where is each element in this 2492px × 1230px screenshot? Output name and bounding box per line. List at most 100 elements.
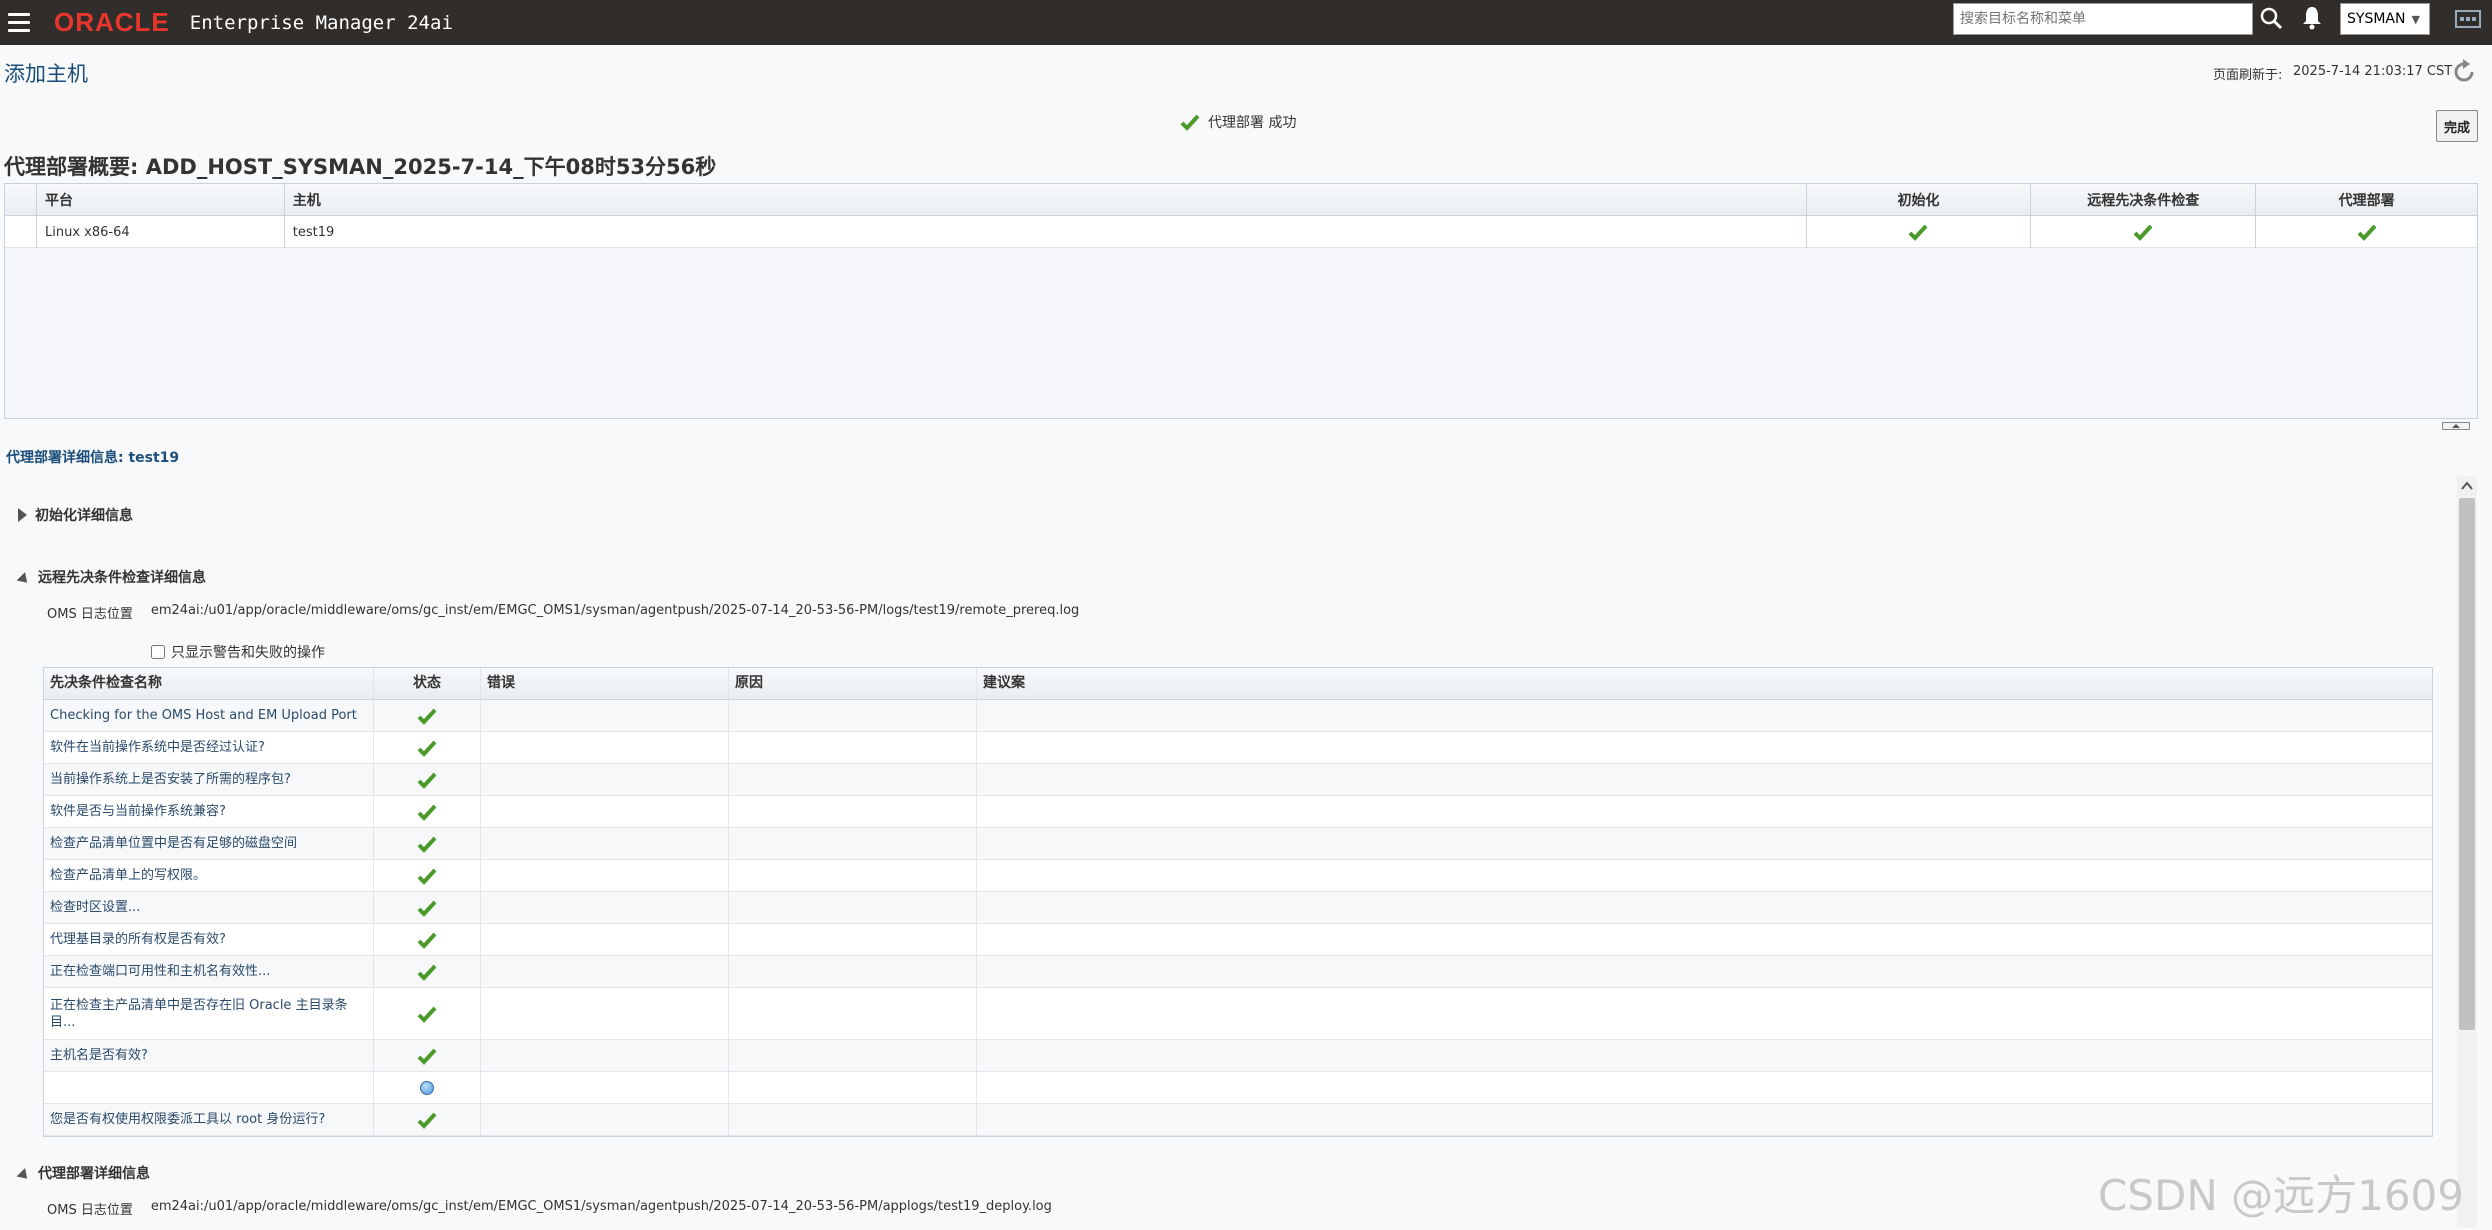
prereq-name: 您是否有权使用权限委派工具以 root 身份运行? <box>50 1112 326 1127</box>
prereq-recommendation-cell <box>977 700 2432 731</box>
prereq-reason-cell <box>729 892 977 923</box>
prereq-name-cell: 软件是否与当前操作系统兼容? <box>44 796 374 827</box>
success-check-icon <box>2357 224 2377 241</box>
prereq-recommendation-cell <box>977 828 2432 859</box>
prereq-error-cell <box>481 1040 729 1071</box>
prereq-name-cell: 当前操作系统上是否安装了所需的程序包? <box>44 764 374 795</box>
column-header[interactable]: 初始化 <box>1807 184 2032 216</box>
prereq-table-body: Checking for the OMS Host and EM Upload … <box>44 700 2432 1136</box>
refresh-label: 页面刷新于: <box>2213 68 2283 83</box>
refresh-icon[interactable] <box>2450 58 2478 86</box>
prereq-reason-cell <box>729 732 977 763</box>
deploy-details-toggle[interactable]: 代理部署详细信息 <box>16 1163 150 1183</box>
oracle-logo[interactable]: ORACLE <box>54 7 170 38</box>
prereq-name-cell: 检查时区设置... <box>44 892 374 923</box>
table-row[interactable] <box>44 1072 2432 1104</box>
init-details-toggle[interactable]: 初始化详细信息 <box>18 505 133 525</box>
table-row[interactable]: 检查产品清单上的写权限。 <box>44 860 2432 892</box>
prereq-name-cell: 您是否有权使用权限委派工具以 root 身份运行? <box>44 1104 374 1135</box>
done-button[interactable]: 完成 <box>2436 110 2478 142</box>
table-row[interactable]: 软件在当前操作系统中是否经过认证? <box>44 732 2432 764</box>
prereq-reason-cell <box>729 988 977 1039</box>
column-header[interactable]: 错误 <box>481 668 729 699</box>
prereq-recommendation-cell <box>977 924 2432 955</box>
table-row[interactable]: Checking for the OMS Host and EM Upload … <box>44 700 2432 732</box>
column-header[interactable]: 平台 <box>37 184 285 216</box>
section-label: 远程先决条件检查详细信息 <box>38 570 206 586</box>
search-icon[interactable] <box>2258 5 2284 31</box>
success-check-icon <box>417 740 437 757</box>
table-row[interactable]: 代理基目录的所有权是否有效? <box>44 924 2432 956</box>
column-header[interactable]: 主机 <box>285 184 1807 216</box>
chevron-down-icon: ▼ <box>2411 12 2420 26</box>
prereq-status-cell <box>374 828 481 859</box>
prereq-name-cell: 主机名是否有效? <box>44 1040 374 1071</box>
user-menu[interactable]: SYSMAN ▼ <box>2340 3 2430 35</box>
table-row[interactable]: 正在检查主产品清单中是否存在旧 Oracle 主目录条目... <box>44 988 2432 1040</box>
hamburger-menu-icon[interactable] <box>4 8 34 38</box>
prereq-status-cell <box>374 988 481 1039</box>
prereq-name: 检查产品清单位置中是否有足够的磁盘空间 <box>50 836 298 851</box>
prereq-error-cell <box>481 732 729 763</box>
prereq-reason-cell <box>729 956 977 987</box>
row-selector[interactable] <box>5 216 37 248</box>
page-title: 添加主机 <box>4 62 88 86</box>
column-header[interactable]: 先决条件检查名称 <box>44 668 374 699</box>
prereq-recommendation-cell <box>977 796 2432 827</box>
prereq-reason-cell <box>729 700 977 731</box>
enterprise-menu-icon[interactable] <box>2455 10 2481 28</box>
prereq-recommendation-cell <box>977 1072 2432 1103</box>
warnings-filter[interactable]: 只显示警告和失败的操作 <box>151 642 325 662</box>
vertical-scrollbar[interactable] <box>2457 476 2477 1228</box>
table-row[interactable]: 当前操作系统上是否安装了所需的程序包? <box>44 764 2432 796</box>
success-check-icon <box>417 772 437 789</box>
warnings-filter-label: 只显示警告和失败的操作 <box>171 645 325 661</box>
prereq-reason-cell <box>729 924 977 955</box>
prereq-reason-cell <box>729 1104 977 1135</box>
prereq-reason-cell <box>729 1072 977 1103</box>
table-row[interactable]: 主机名是否有效? <box>44 1040 2432 1072</box>
prereq-status-cell <box>374 1040 481 1071</box>
column-header[interactable]: 代理部署 <box>2256 184 2477 216</box>
prereq-recommendation-cell <box>977 956 2432 987</box>
watermark: CSDN @远方1609 <box>2098 1171 2464 1220</box>
table-row[interactable]: 正在检查端口可用性和主机名有效性... <box>44 956 2432 988</box>
warnings-filter-checkbox[interactable] <box>151 645 165 659</box>
prereq-reason-cell <box>729 828 977 859</box>
prereq-header-row: 先决条件检查名称 状态 错误 原因 建议案 <box>44 668 2432 700</box>
table-row[interactable]: 您是否有权使用权限委派工具以 root 身份运行? <box>44 1104 2432 1136</box>
success-check-icon <box>417 868 437 885</box>
prereq-name: 正在检查主产品清单中是否存在旧 Oracle 主目录条目... <box>50 997 348 1030</box>
search-input[interactable] <box>1953 3 2253 35</box>
user-name: SYSMAN <box>2347 11 2406 27</box>
column-header[interactable]: 状态 <box>374 668 481 699</box>
oms-log-label: OMS 日志位置 <box>47 1203 133 1218</box>
collapse-splitter-handle[interactable] <box>2442 422 2470 430</box>
table-row[interactable]: 检查时区设置... <box>44 892 2432 924</box>
platform-cell: Linux x86-64 <box>37 216 285 248</box>
prereq-name-cell: 检查产品清单上的写权限。 <box>44 860 374 891</box>
scrollbar-thumb[interactable] <box>2459 498 2475 1030</box>
detail-title: 代理部署详细信息: test19 <box>6 450 180 466</box>
prereq-error-cell <box>481 1104 729 1135</box>
success-check-icon <box>417 932 437 949</box>
prereq-status-cell <box>374 892 481 923</box>
bell-icon[interactable] <box>2300 4 2324 32</box>
column-header[interactable]: 远程先决条件检查 <box>2031 184 2257 216</box>
prereq-error-cell <box>481 764 729 795</box>
table-row[interactable]: Linux x86-64 test19 <box>5 216 2477 248</box>
column-header[interactable]: 建议案 <box>977 668 2432 699</box>
prereq-details-toggle[interactable]: 远程先决条件检查详细信息 <box>16 567 206 587</box>
table-row[interactable]: 软件是否与当前操作系统兼容? <box>44 796 2432 828</box>
prereq-error-cell <box>481 796 729 827</box>
column-header[interactable]: 原因 <box>729 668 977 699</box>
prereq-log-location: OMS 日志位置 em24ai:/u01/app/oracle/middlewa… <box>47 603 1079 622</box>
prereq-error-cell <box>481 700 729 731</box>
prereq-name: 正在检查端口可用性和主机名有效性... <box>50 964 271 979</box>
prereq-name: 检查产品清单上的写权限。 <box>50 868 207 883</box>
table-row[interactable]: 检查产品清单位置中是否有足够的磁盘空间 <box>44 828 2432 860</box>
prereq-recommendation-cell <box>977 988 2432 1039</box>
prereq-status-cell <box>374 1104 481 1135</box>
success-check-icon <box>2133 224 2153 241</box>
scroll-up-icon[interactable] <box>2457 476 2477 496</box>
